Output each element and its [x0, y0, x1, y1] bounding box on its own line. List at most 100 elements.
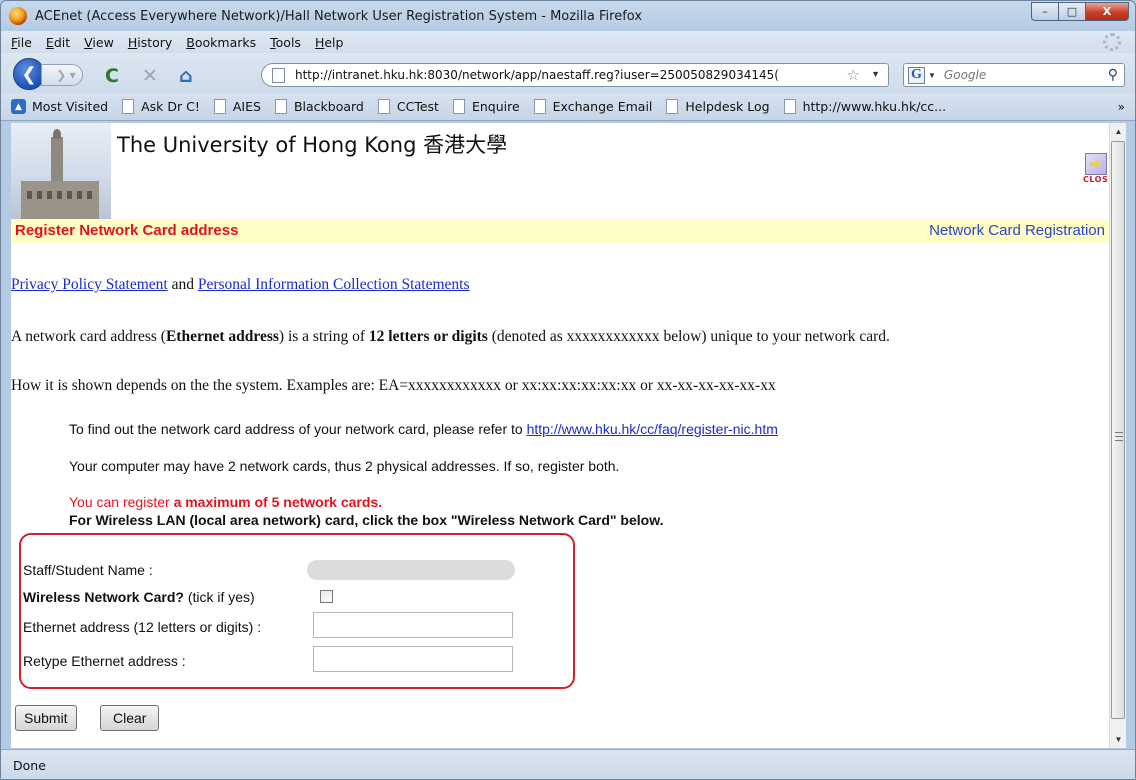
stop-icon[interactable]: ✕ [142, 65, 158, 87]
menu-view[interactable]: View [84, 35, 114, 50]
search-input[interactable] [941, 67, 1102, 83]
desc-bold: Ethernet address [165, 328, 279, 345]
page-icon [377, 99, 390, 114]
privacy-line: Privacy Policy Statement and Personal In… [11, 276, 469, 294]
minimize-button[interactable]: – [1031, 2, 1059, 21]
menu-history[interactable]: History [128, 35, 172, 50]
clear-button[interactable]: Clear [100, 705, 160, 731]
and-text: and [167, 276, 198, 293]
firefox-icon [9, 7, 27, 25]
ethernet-address-input[interactable] [313, 612, 513, 638]
page-icon [666, 99, 679, 114]
university-name: The University of Hong Kong 香港大學 [117, 133, 508, 157]
address-bar[interactable]: http://intranet.hku.hk:8030/network/app/… [261, 63, 889, 87]
page-icon [452, 99, 465, 114]
register-nic-faq-link[interactable]: http://www.hku.hk/cc/faq/register-nic.ht… [527, 421, 778, 437]
section-title: Network Card Registration [929, 222, 1105, 239]
vertical-scrollbar[interactable]: ▲ ▼ [1109, 123, 1126, 748]
window-controls: – □ X [1031, 2, 1129, 21]
scroll-down-icon[interactable]: ▼ [1110, 731, 1127, 748]
bookmark-item[interactable]: http://www.hku.hk/cc... [783, 99, 946, 114]
ethernet-description: A network card address (Ethernet address… [11, 327, 1101, 347]
forward-arrow-icon: ❯ ▾ [56, 68, 76, 82]
back-arrow-icon: ❮ [21, 63, 37, 84]
menu-edit[interactable]: Edit [46, 35, 70, 50]
desc-text: A network card address ( [11, 328, 166, 345]
bookmark-item[interactable]: Blackboard [274, 99, 364, 114]
wireless-label-rest: (tick if yes) [183, 589, 255, 605]
forward-button[interactable]: ❯ ▾ [41, 64, 83, 86]
menu-tools[interactable]: Tools [270, 35, 301, 50]
reload-icon[interactable]: C [105, 65, 119, 87]
menu-file[interactable]: File [11, 35, 32, 50]
submit-button[interactable]: Submit [15, 705, 77, 731]
bookmark-item[interactable]: Enquire [452, 99, 520, 114]
google-icon[interactable]: G [908, 66, 925, 84]
search-icon[interactable]: ⚲ [1108, 66, 1118, 83]
two-cards-note: Your computer may have 2 network cards, … [69, 458, 620, 474]
retype-label: Retype Ethernet address : [23, 653, 186, 669]
wireless-checkbox[interactable] [320, 590, 333, 603]
close-page-icon[interactable]: CLOSE [1083, 153, 1109, 187]
grip-icon [1115, 432, 1123, 441]
close-window-button[interactable]: X [1085, 2, 1129, 21]
page-icon [122, 99, 135, 114]
page-content: The University of Hong Kong 香港大學 CLOSE R… [11, 123, 1109, 748]
wireless-note: For Wireless LAN (local area network) ca… [69, 512, 664, 528]
most-visited-icon: ▲ [11, 99, 26, 114]
desc-bold: 12 letters or digits [368, 328, 488, 345]
search-engine-dropdown-icon[interactable]: ▼ [928, 71, 936, 80]
bookmark-item[interactable]: Exchange Email [533, 99, 652, 114]
page-icon [783, 99, 796, 114]
bookmark-item[interactable]: Ask Dr C! [122, 99, 200, 114]
page-title: Register Network Card address [15, 222, 239, 239]
desc-text: ) is a string of [278, 328, 369, 345]
page-icon [272, 67, 285, 83]
home-icon[interactable]: ⌂ [179, 65, 193, 87]
maximize-button[interactable]: □ [1058, 2, 1086, 21]
menu-bar: File Edit View History Bookmarks Tools H… [1, 31, 1135, 53]
name-label: Staff/Student Name : [23, 562, 153, 578]
retype-ethernet-input[interactable] [313, 646, 513, 672]
hku-building-logo [11, 123, 111, 219]
url-dropdown-icon[interactable]: ▼ [871, 69, 880, 79]
wireless-label: Wireless Network Card? (tick if yes) [23, 589, 255, 605]
bookmark-item[interactable]: CCTest [377, 99, 439, 114]
close-arrow-icon [1085, 153, 1107, 175]
bookmark-most-visited[interactable]: ▲ Most Visited [11, 99, 108, 114]
title-bar: ACEnet (Access Everywhere Network)/Hall … [1, 1, 1135, 31]
find-text: To find out the network card address of … [69, 421, 527, 437]
throbber-icon [1103, 33, 1121, 51]
window-title: ACEnet (Access Everywhere Network)/Hall … [35, 8, 643, 24]
bookmark-item[interactable]: AIES [213, 99, 261, 114]
max-bold: a maximum of 5 network cards. [173, 494, 383, 510]
search-bar[interactable]: G ▼ ⚲ [903, 63, 1125, 87]
page-icon [213, 99, 226, 114]
personal-info-statement-link[interactable]: Personal Information Collection Statemen… [198, 276, 470, 293]
bookmarks-toolbar: ▲ Most Visited Ask Dr C! AIES Blackboard… [1, 93, 1135, 121]
find-address-note: To find out the network card address of … [69, 421, 778, 437]
heading-bar: Register Network Card address Network Ca… [11, 219, 1109, 243]
bookmark-star-icon[interactable]: ☆ [847, 66, 860, 84]
bookmarks-overflow-chevron[interactable]: » [1118, 100, 1125, 114]
page-header: The University of Hong Kong 香港大學 CLOSE [11, 123, 1109, 219]
scroll-thumb[interactable] [1111, 141, 1125, 719]
student-name-value [307, 560, 515, 580]
scroll-up-icon[interactable]: ▲ [1110, 123, 1127, 140]
status-bar: Done [1, 749, 1135, 779]
wireless-label-bold: Wireless Network Card? [23, 589, 184, 605]
menu-help[interactable]: Help [315, 35, 344, 50]
navigation-toolbar: ❮ ❯ ▾ C ✕ ⌂ http://intranet.hku.hk:8030/… [1, 53, 1135, 93]
close-label: CLOSE [1083, 175, 1109, 184]
privacy-policy-link[interactable]: Privacy Policy Statement [11, 276, 168, 293]
desc-text: (denoted as xxxxxxxxxxxx below) unique t… [487, 328, 890, 345]
ethernet-label: Ethernet address (12 letters or digits) … [23, 619, 262, 635]
page-icon [274, 99, 287, 114]
menu-bookmarks[interactable]: Bookmarks [186, 35, 256, 50]
max-cards-note: You can register a maximum of 5 network … [69, 494, 382, 510]
bookmark-item[interactable]: Helpdesk Log [666, 99, 770, 114]
logo-building-body [21, 181, 99, 219]
browser-window: ACEnet (Access Everywhere Network)/Hall … [0, 0, 1136, 780]
page-icon [533, 99, 546, 114]
url-text[interactable]: http://intranet.hku.hk:8030/network/app/… [295, 68, 825, 82]
